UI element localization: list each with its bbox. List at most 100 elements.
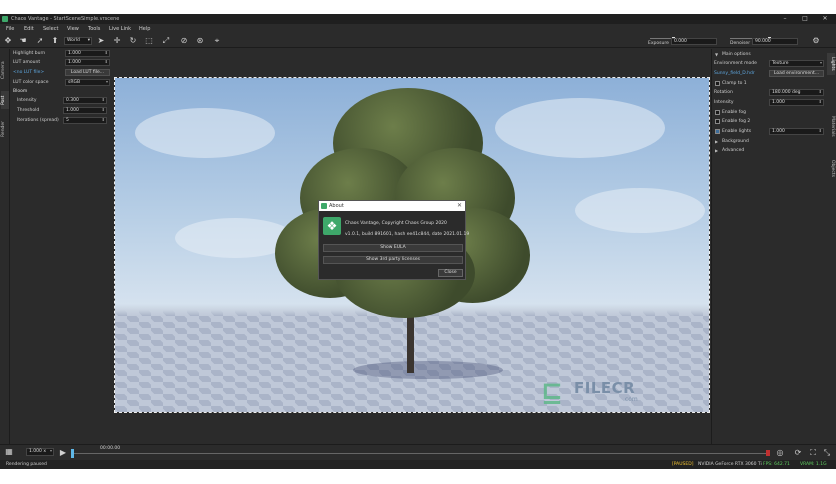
paused-badge: [PAUSED] <box>672 462 694 467</box>
spinner-icon[interactable]: ⬍ <box>102 117 105 122</box>
collapse-triangle-icon[interactable]: ▶ <box>715 148 718 153</box>
show-eula-button[interactable]: Show EULA <box>323 244 463 252</box>
collapse-triangle-icon[interactable]: ▶ <box>715 139 718 144</box>
bloom-intensity-label: Intensity <box>17 98 37 103</box>
right-tab-strip: Lights Materials Objects <box>826 49 836 444</box>
tab-post[interactable]: Post <box>1 91 9 109</box>
record-icon[interactable]: ◎ <box>775 448 785 458</box>
bloom-threshold-value: 1.000 <box>66 108 79 113</box>
expand-triangle-icon[interactable]: ▼ <box>715 52 718 57</box>
settings-icon[interactable]: ⚙ <box>811 36 821 46</box>
timeline-track[interactable] <box>72 453 767 454</box>
tab-lights[interactable]: Lights <box>827 53 835 75</box>
status-message: Rendering paused <box>6 462 47 467</box>
pan-tool-icon[interactable]: ☚ <box>18 36 28 46</box>
timeline-playhead[interactable] <box>71 449 74 458</box>
tab-render[interactable]: Render <box>1 117 9 141</box>
load-lut-button[interactable]: Load LUT file... <box>65 69 110 76</box>
chevron-down-icon: ▾ <box>49 448 52 453</box>
maximize-button[interactable]: □ <box>798 15 812 22</box>
spinner-icon[interactable]: ⬍ <box>105 59 108 64</box>
menu-live-link[interactable]: Live Link <box>109 26 131 32</box>
timeline-end-marker[interactable] <box>766 450 770 456</box>
spinner-icon[interactable]: ⬍ <box>819 99 822 104</box>
bloom-intensity-field[interactable]: 0.300 ⬍ <box>63 97 107 104</box>
snap-tool-icon[interactable]: ⤢ <box>161 36 171 46</box>
show-licenses-button[interactable]: Show 3rd party licenses <box>323 256 463 264</box>
rotate-tool-icon[interactable]: ↻ <box>128 36 138 46</box>
denoiser-label: Denoiser <box>730 41 751 46</box>
env-mode-value: Texture <box>772 61 789 66</box>
menu-help[interactable]: Help <box>139 26 150 32</box>
highlight-burn-field[interactable]: 1.000 ⬍ <box>65 50 110 57</box>
expand-icon[interactable]: ⤡ <box>822 448 832 458</box>
spinner-icon[interactable]: ⬍ <box>819 89 822 94</box>
enable-lights-label: Enable lights <box>722 129 752 134</box>
enable-lights-checkbox[interactable] <box>715 129 720 134</box>
menu-tools[interactable]: Tools <box>88 26 100 32</box>
env-mode-select[interactable]: Texture ▾ <box>769 60 824 67</box>
lut-amount-label: LUT amount <box>13 60 41 65</box>
lut-color-space-label: LUT color space <box>13 80 49 85</box>
close-window-button[interactable]: ✕ <box>818 15 832 22</box>
about-close-button[interactable]: Close <box>438 269 463 277</box>
fly-tool-icon[interactable]: ➚ <box>35 36 45 46</box>
toolbar: ✥ ☚ ➚ ⬆ World ▾ ➤ ✛ ↻ ⬚ ⤢ ⊘ ⊛ ⌖ Exposure… <box>0 34 836 48</box>
close-icon[interactable]: ✕ <box>457 202 462 209</box>
bloom-threshold-field[interactable]: 1.000 ⬍ <box>63 107 107 114</box>
menu-view[interactable]: View <box>67 26 79 32</box>
enable-fog-checkbox[interactable] <box>715 110 720 115</box>
play-button-icon[interactable]: ▶ <box>58 448 68 458</box>
tab-camera[interactable]: Camera <box>1 57 9 83</box>
crosshair-icon[interactable]: ⌖ <box>212 36 222 46</box>
snapshot-icon[interactable]: ⟳ <box>793 448 803 458</box>
about-copyright: Chaos Vantage, Copyright Chaos Group 202… <box>345 221 447 226</box>
main-options-header[interactable]: Main options <box>722 52 751 57</box>
vram-readout: VRAM: 1.1G <box>800 462 827 467</box>
menu-select[interactable]: Select <box>43 26 58 32</box>
navigate-tool-icon[interactable]: ✥ <box>3 36 13 46</box>
rotation-field[interactable]: 180.000 deg ⬍ <box>769 89 824 96</box>
exposure-field[interactable]: 0.000 <box>671 38 717 45</box>
clamp-label: Clamp to 1 <box>722 81 747 86</box>
load-environment-button[interactable]: Load environment... <box>769 70 824 77</box>
about-dialog-titlebar: About ✕ <box>319 201 465 211</box>
spinner-icon[interactable]: ⬍ <box>102 107 105 112</box>
playback-speed-value: 1.000 x <box>29 449 46 454</box>
menu-edit[interactable]: Edit <box>24 26 34 32</box>
enable-fog2-checkbox[interactable] <box>715 119 720 124</box>
walk-tool-icon[interactable]: ⬆ <box>50 36 60 46</box>
scale-tool-icon[interactable]: ⬚ <box>144 36 154 46</box>
move-tool-icon[interactable]: ✛ <box>112 36 122 46</box>
cloud <box>575 188 705 233</box>
minimize-button[interactable]: – <box>778 15 792 22</box>
camera-focus-icon[interactable]: ⊛ <box>195 36 205 46</box>
measure-tool-icon[interactable]: ⊘ <box>179 36 189 46</box>
bloom-iterations-field[interactable]: 5 ⬍ <box>63 117 107 124</box>
background-section[interactable]: Background <box>722 139 749 144</box>
advanced-section[interactable]: Advanced <box>722 148 744 153</box>
lut-color-space-select[interactable]: sRGB ▾ <box>65 79 110 86</box>
spinner-icon[interactable]: ⬍ <box>102 97 105 102</box>
env-intensity-value: 1.000 <box>772 100 785 105</box>
playback-speed-select[interactable]: 1.000 x ▾ <box>26 448 54 456</box>
spinner-icon[interactable]: ⬍ <box>819 128 822 133</box>
env-intensity-field[interactable]: 1.000 ⬍ <box>769 99 824 106</box>
bloom-threshold-label: Threshold <box>17 108 40 113</box>
select-arrow-icon[interactable]: ➤ <box>96 36 106 46</box>
hdr-file-link[interactable]: Sunny_field_D.hdr <box>714 71 755 76</box>
spinner-icon[interactable]: ⬍ <box>105 50 108 55</box>
menu-file[interactable]: File <box>6 26 14 32</box>
lights-intensity-field[interactable]: 1.000 ⬍ <box>769 128 824 135</box>
tab-materials[interactable]: Materials <box>827 111 835 141</box>
lut-file-label[interactable]: <no LUT file> <box>13 70 44 75</box>
calendar-icon[interactable]: ▦ <box>4 447 14 457</box>
title-bar: Chaos Vantage - StartSceneSimple.vrscene… <box>0 14 836 24</box>
lut-amount-field[interactable]: 1.000 ⬍ <box>65 59 110 66</box>
clamp-checkbox[interactable] <box>715 81 720 86</box>
watermark-sub: .com <box>623 396 638 403</box>
coordinate-space-select[interactable]: World ▾ <box>64 37 92 45</box>
tab-objects[interactable]: Objects <box>827 157 835 181</box>
fullscreen-icon[interactable]: ⛶ <box>808 448 818 458</box>
denoiser-field[interactable]: 90.000 <box>752 38 798 45</box>
